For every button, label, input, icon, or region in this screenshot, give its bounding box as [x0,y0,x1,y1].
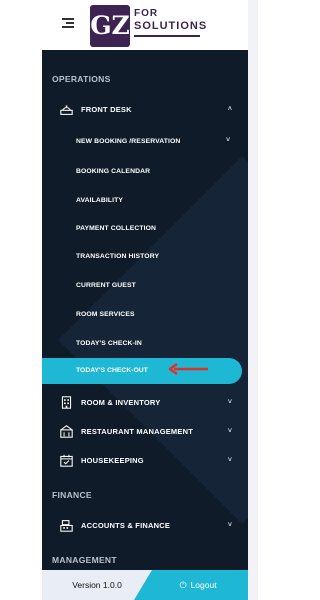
logo-underline [134,35,200,37]
sidebar: OPERATIONS FRONT DESK ˄ NEW BOOKING /RES… [42,50,248,570]
submenu-room-services[interactable]: ROOM SERVICES [76,311,135,318]
logo-text-line1: FOR [134,8,159,19]
sidebar-item-label: ROOM & INVENTORY [81,397,161,407]
submenu-todays-check-out[interactable]: TODAY'S CHECK-OUT [42,358,242,384]
section-management: MANAGEMENT [52,555,117,565]
cash-register-icon [59,518,73,532]
sidebar-item-accounts-finance[interactable]: ACCOUNTS & FINANCE ˅ [42,517,242,533]
power-icon: ⏻ [179,579,187,590]
section-operations: OPERATIONS [52,74,111,84]
submenu-current-guest[interactable]: CURRENT GUEST [76,282,136,289]
logout-label: Logout [190,580,217,590]
app-frame: GZ FOR SOLUTIONS OPERATIONS FRONT DESK ˄… [42,0,248,600]
submenu-label: NEW BOOKING /RESERVATION [76,138,181,145]
sidebar-item-housekeeping[interactable]: HOUSEKEEPING ˅ [42,452,242,468]
submenu-availability[interactable]: AVAILABILITY [76,197,123,204]
submenu-new-booking[interactable]: NEW BOOKING /RESERVATION ˅ [76,137,230,145]
hamburger-menu-icon[interactable] [62,18,74,30]
sidebar-item-label: HOUSEKEEPING [81,455,144,465]
brand-logo[interactable]: GZ FOR SOLUTIONS [90,5,206,47]
chevron-down-icon: ˅ [227,398,233,406]
restaurant-icon [59,424,73,438]
submenu-label: TODAY'S CHECK-OUT [76,367,148,374]
logo-text: FOR SOLUTIONS [134,8,207,32]
logo-mark: GZ [90,5,130,47]
red-arrow-annotation [168,363,208,375]
chevron-down-icon: ˅ [226,137,231,144]
logo-text-line2: SOLUTIONS [134,20,208,32]
sidebar-item-label: FRONT DESK [81,104,132,114]
sidebar-footer: Version 1.0.0 ⏻ Logout [42,570,248,600]
submenu-payment-collection[interactable]: PAYMENT COLLECTION [76,225,156,232]
sidebar-item-label: RESTAURANT MANAGEMENT [81,426,193,436]
calendar-icon [59,453,73,467]
sidebar-item-front-desk[interactable]: FRONT DESK ˄ [42,101,242,117]
submenu-booking-calendar[interactable]: BOOKING CALENDAR [76,168,150,175]
submenu-todays-check-in[interactable]: TODAY'S CHECK-IN [76,340,142,347]
chevron-down-icon: ˅ [227,456,233,464]
sidebar-item-room-inventory[interactable]: ROOM & INVENTORY ˅ [42,394,242,410]
submenu-transaction-history[interactable]: TRANSACTION HISTORY [76,253,159,260]
version-label: Version 1.0.0 [42,570,152,600]
sidebar-item-restaurant-management[interactable]: RESTAURANT MANAGEMENT ˅ [42,423,242,439]
building-icon [59,395,73,409]
logout-button[interactable]: ⏻ Logout [134,570,248,600]
chevron-down-icon: ˅ [227,521,233,529]
content-edge [248,0,258,600]
section-finance: FINANCE [52,490,92,500]
desk-bell-icon [59,102,73,116]
chevron-up-icon: ˄ [227,105,233,113]
sidebar-header: GZ FOR SOLUTIONS [42,0,248,50]
chevron-down-icon: ˅ [227,427,233,435]
sidebar-item-label: ACCOUNTS & FINANCE [81,520,171,530]
